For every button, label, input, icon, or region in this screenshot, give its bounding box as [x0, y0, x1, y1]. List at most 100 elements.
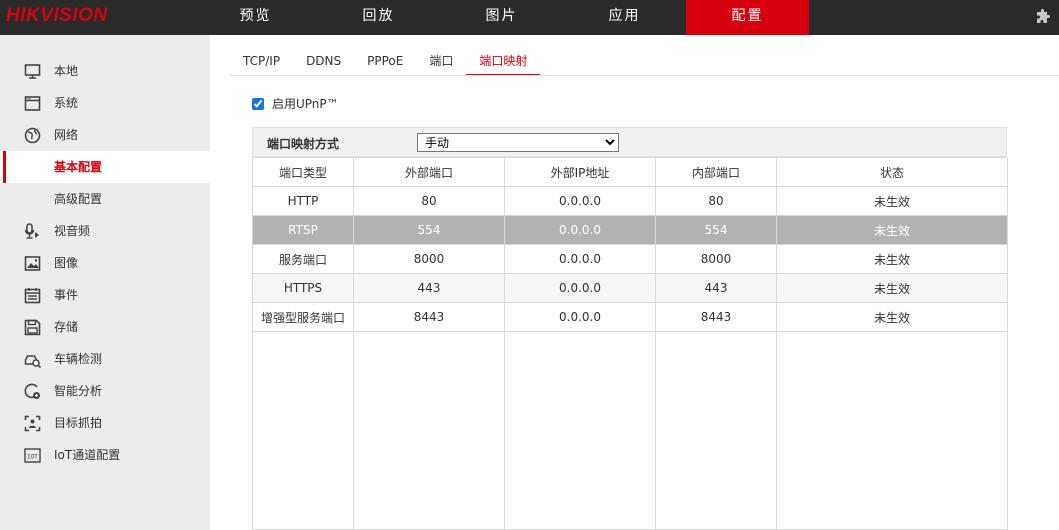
cell-external-port: 80: [353, 186, 505, 216]
sidebar-item-image[interactable]: 图像: [0, 247, 210, 279]
cell-status: 未生效: [776, 186, 1008, 216]
table-row[interactable]: HTTPS 443 0.0.0.0 443 未生效: [252, 273, 1008, 303]
tab-ddns[interactable]: DDNS: [293, 49, 354, 76]
cell-internal-port: 80: [655, 186, 777, 216]
mapping-mode-label: 端口映射方式: [267, 137, 340, 151]
cell-external-ip: 0.0.0.0: [504, 215, 656, 245]
capture-icon: [24, 415, 41, 432]
empty-cell: [252, 331, 354, 530]
sidebar-item-label: 事件: [54, 288, 79, 302]
header-external-port: 外部端口: [353, 157, 505, 187]
vehicle-detect-icon: [24, 355, 41, 368]
sidebar-item-label: 存储: [54, 320, 79, 334]
cell-status: 未生效: [776, 302, 1008, 332]
sidebar: 本地 系统 网络 基本配置 高级配置 视音频 图像 事件 存储 车辆检测 智能分…: [0, 35, 210, 530]
tabs-divider: [230, 75, 1059, 76]
tab-port[interactable]: 端口: [416, 49, 466, 76]
empty-cell: [353, 331, 505, 530]
sidebar-item-basic-config[interactable]: 基本配置: [0, 151, 210, 183]
top-bar: HIKVISION 预览 回放 图片 应用 配置: [0, 0, 1059, 35]
empty-cell: [776, 331, 1008, 530]
sidebar-item-storage[interactable]: 存储: [0, 311, 210, 343]
cell-internal-port: 8443: [655, 302, 777, 332]
cell-port-type: HTTPS: [252, 273, 354, 303]
table-row[interactable]: 增强型服务端口 8443 0.0.0.0 8443 未生效: [252, 302, 1008, 332]
nav-configuration[interactable]: 配置: [686, 0, 809, 35]
tab-tcpip[interactable]: TCP/IP: [230, 49, 293, 76]
upnp-toggle[interactable]: 启用UPnP™: [252, 95, 339, 112]
sidebar-item-label: 系统: [54, 96, 79, 110]
sidebar-item-system[interactable]: 系统: [0, 87, 210, 119]
sidebar-item-label: 高级配置: [54, 192, 103, 206]
table-row[interactable]: RTSP 554 0.0.0.0 554 未生效: [252, 215, 1008, 245]
sidebar-item-local[interactable]: 本地: [0, 55, 210, 87]
table-row[interactable]: 服务端口 8000 0.0.0.0 8000 未生效: [252, 244, 1008, 274]
svg-text:IOT: IOT: [27, 454, 38, 461]
header-status: 状态: [776, 157, 1008, 187]
cell-status: 未生效: [776, 273, 1008, 303]
sidebar-item-video-audio[interactable]: 视音频: [0, 215, 210, 247]
smart-analysis-icon: [24, 383, 40, 399]
cell-external-port: 8000: [353, 244, 505, 274]
cell-external-ip: 0.0.0.0: [504, 273, 656, 303]
cell-port-type: RTSP: [252, 215, 354, 245]
sidebar-item-smart-analysis[interactable]: 智能分析: [0, 375, 210, 407]
cell-external-ip: 0.0.0.0: [504, 186, 656, 216]
cell-external-port: 443: [353, 273, 505, 303]
nav-playback[interactable]: 回放: [317, 0, 440, 35]
cell-external-ip: 0.0.0.0: [504, 244, 656, 274]
cell-external-ip: 0.0.0.0: [504, 302, 656, 332]
upnp-checkbox[interactable]: [252, 97, 264, 110]
cell-external-port: 8443: [353, 302, 505, 332]
nav-preview[interactable]: 预览: [194, 0, 317, 35]
upnp-label: 启用UPnP™: [272, 97, 339, 111]
port-mapping-table: 端口类型 外部端口 外部IP地址 内部端口 状态 HTTP 80 0.0.0.0…: [252, 157, 1008, 530]
sidebar-item-vehicle-detection[interactable]: 车辆检测: [0, 343, 210, 375]
sidebar-item-target-capture[interactable]: 目标抓拍: [0, 407, 210, 439]
table-header-row: 端口类型 外部端口 外部IP地址 内部端口 状态: [252, 157, 1008, 187]
sidebar-item-label: 图像: [54, 256, 79, 270]
sidebar-item-advanced-config[interactable]: 高级配置: [0, 183, 210, 215]
hikvision-logo: HIKVISION: [6, 5, 108, 26]
cell-status: 未生效: [776, 244, 1008, 274]
empty-cell: [504, 331, 656, 530]
cell-port-type: HTTP: [252, 186, 354, 216]
cell-internal-port: 8000: [655, 244, 777, 274]
nav-application[interactable]: 应用: [563, 0, 686, 35]
table-row[interactable]: HTTP 80 0.0.0.0 80 未生效: [252, 186, 1008, 216]
sidebar-item-label: 车辆检测: [54, 352, 103, 366]
sidebar-item-label: IoT通道配置: [54, 448, 121, 462]
save-icon: [24, 319, 41, 336]
sidebar-item-label: 视音频: [54, 224, 91, 238]
mapping-mode-row: 端口映射方式 手动: [252, 127, 1007, 157]
sidebar-item-network[interactable]: 网络: [0, 119, 210, 151]
header-internal-port: 内部端口: [655, 157, 777, 187]
calendar-icon: [24, 288, 41, 304]
system-icon: [24, 96, 41, 111]
sidebar-item-label: 智能分析: [54, 384, 103, 398]
cell-external-port: 554: [353, 215, 505, 245]
sidebar-item-event[interactable]: 事件: [0, 279, 210, 311]
cell-internal-port: 554: [655, 215, 777, 245]
sidebar-item-label: 基本配置: [54, 160, 103, 174]
content-panel: TCP/IP DDNS PPPoE 端口 端口映射 启用UPnP™ 端口映射方式…: [210, 35, 1059, 530]
network-tabs: TCP/IP DDNS PPPoE 端口 端口映射: [230, 49, 541, 76]
monitor-icon: [24, 64, 41, 79]
puzzle-icon[interactable]: [1035, 9, 1051, 25]
sidebar-item-label: 目标抓拍: [54, 416, 103, 430]
iot-icon: IOT: [24, 448, 41, 463]
tab-port-mapping[interactable]: 端口映射: [466, 49, 541, 76]
sidebar-item-label: 本地: [54, 64, 79, 78]
tab-pppoe[interactable]: PPPoE: [354, 49, 416, 76]
main-nav: 预览 回放 图片 应用 配置: [194, 0, 809, 35]
sidebar-item-label: 网络: [54, 128, 79, 142]
globe-icon: [24, 127, 41, 144]
nav-picture[interactable]: 图片: [440, 0, 563, 35]
cell-port-type: 增强型服务端口: [252, 302, 354, 332]
header-external-ip: 外部IP地址: [504, 157, 656, 187]
empty-cell: [655, 331, 777, 530]
mapping-mode-select[interactable]: 手动: [417, 133, 619, 152]
table-empty-area: [252, 331, 1008, 530]
image-icon: [24, 256, 41, 271]
sidebar-item-iot-channel[interactable]: IOT IoT通道配置: [0, 439, 210, 471]
